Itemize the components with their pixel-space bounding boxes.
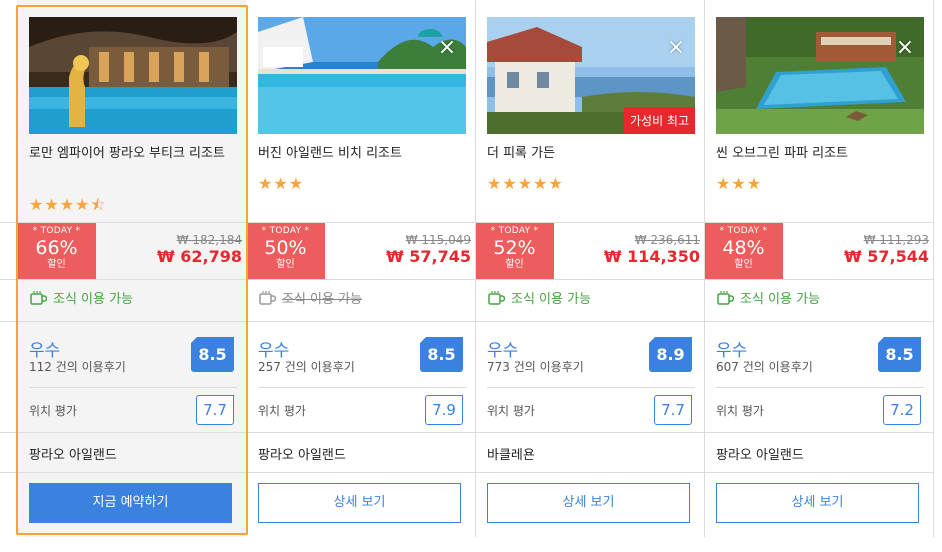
today-label: * TODAY * xyxy=(490,226,539,236)
sale-price[interactable]: ₩ 57,544 xyxy=(844,247,929,266)
column-divider xyxy=(933,0,934,537)
best-value-badge: 가성비 최고 xyxy=(623,107,695,134)
hotel-name[interactable]: 로만 엠파이어 팡라오 부티크 리조트 xyxy=(29,144,234,164)
location-rating-label: 위치 평가 xyxy=(29,404,77,418)
coffee-cup-icon xyxy=(259,290,276,305)
discount-percent: 66% xyxy=(35,237,78,259)
hotel-name[interactable]: 더 피록 가든 xyxy=(487,144,692,164)
breakfast-info: 조식 이용 가능 xyxy=(29,288,133,307)
discount-badge: * TODAY * 66% 할인 xyxy=(17,223,96,279)
hotel-photo[interactable]: × 가성비 최고 xyxy=(487,17,695,134)
star-rating: ★★★★⯪ xyxy=(29,195,107,214)
divider xyxy=(258,387,466,388)
today-label: * TODAY * xyxy=(719,226,768,236)
divider xyxy=(29,387,237,388)
today-label: * TODAY * xyxy=(261,226,310,236)
location-score-badge: 7.7 xyxy=(654,395,692,425)
book-now-button[interactable]: 지금 예약하기 xyxy=(29,483,232,523)
star-rating: ★★★ xyxy=(716,174,763,193)
close-icon[interactable]: × xyxy=(894,37,916,59)
close-icon[interactable]: × xyxy=(665,37,687,59)
hotel-photo[interactable] xyxy=(29,17,237,134)
deal-section: * TODAY * 52% 할인 ₩ 236,611 ₩ 114,350 xyxy=(475,223,704,279)
discount-badge: * TODAY * 50% 할인 xyxy=(246,223,325,279)
coffee-cup-icon xyxy=(717,290,734,305)
star-rating: ★★★ xyxy=(258,174,305,193)
location-rating-label: 위치 평가 xyxy=(487,404,535,418)
breakfast-label: 조식 이용 가능 xyxy=(740,292,821,307)
divider xyxy=(716,387,924,388)
discount-label: 할인 xyxy=(734,259,753,270)
original-price: ₩ 115,049 xyxy=(405,233,471,247)
review-count[interactable]: 773 건의 이용후기 xyxy=(487,358,584,375)
review-score-badge: 8.5 xyxy=(190,336,234,372)
discount-percent: 50% xyxy=(264,237,307,259)
review-count[interactable]: 112 건의 이용후기 xyxy=(29,358,126,375)
location-rating-label: 위치 평가 xyxy=(258,404,306,418)
deal-section: * TODAY * 66% 할인 ₩ 182,184 ₩ 62,798 xyxy=(17,223,246,279)
hotel-area: 팡라오 아일랜드 xyxy=(29,448,117,463)
row-divider xyxy=(0,279,934,280)
divider xyxy=(487,387,695,388)
row-divider xyxy=(0,222,934,223)
location-score-badge: 7.2 xyxy=(883,395,921,425)
original-price: ₩ 182,184 xyxy=(176,233,242,247)
review-count[interactable]: 257 건의 이용후기 xyxy=(258,358,355,375)
location-score-badge: 7.7 xyxy=(196,395,234,425)
view-details-button[interactable]: 상세 보기 xyxy=(487,483,690,523)
today-label: * TODAY * xyxy=(32,226,81,236)
sale-price[interactable]: ₩ 114,350 xyxy=(604,247,700,266)
discount-label: 할인 xyxy=(505,259,524,270)
sale-price[interactable]: ₩ 62,798 xyxy=(157,247,242,266)
close-icon[interactable]: × xyxy=(436,37,458,59)
hotel-name[interactable]: 버진 아일랜드 비치 리조트 xyxy=(258,144,463,164)
discount-label: 할인 xyxy=(276,259,295,270)
breakfast-info: 조식 이용 가능 xyxy=(716,288,820,307)
row-divider xyxy=(0,472,934,473)
row-divider xyxy=(0,432,934,433)
hotel-comparison-grid: 로만 엠파이어 팡라오 부티크 리조트 ★★★★⯪ * TODAY * 66% … xyxy=(0,0,942,552)
discount-badge: * TODAY * 48% 할인 xyxy=(704,223,783,279)
hotel-photo[interactable]: × xyxy=(258,17,466,134)
column-divider xyxy=(704,0,705,537)
breakfast-label: 조식 이용 가능 xyxy=(511,292,592,307)
review-score-badge: 8.5 xyxy=(877,336,921,372)
location-rating-label: 위치 평가 xyxy=(716,404,764,418)
deal-section: * TODAY * 48% 할인 ₩ 111,293 ₩ 57,544 xyxy=(704,223,933,279)
row-divider xyxy=(0,321,934,322)
view-details-button[interactable]: 상세 보기 xyxy=(258,483,461,523)
breakfast-info: 조식 이용 가능 xyxy=(487,288,591,307)
discount-label: 할인 xyxy=(47,259,66,270)
hotel-area: 팡라오 아일랜드 xyxy=(258,448,346,463)
discount-badge: * TODAY * 52% 할인 xyxy=(475,223,554,279)
original-price: ₩ 111,293 xyxy=(863,233,929,247)
discount-percent: 52% xyxy=(493,237,536,259)
original-price: ₩ 236,611 xyxy=(634,233,700,247)
hotel-photo[interactable]: × xyxy=(716,17,924,134)
column-divider xyxy=(475,0,476,537)
review-score-badge: 8.9 xyxy=(648,336,692,372)
hotel-card-1[interactable]: 로만 엠파이어 팡라오 부티크 리조트 ★★★★⯪ * TODAY * 66% … xyxy=(17,0,246,537)
deal-section: * TODAY * 50% 할인 ₩ 115,049 ₩ 57,745 xyxy=(246,223,475,279)
star-rating: ★★★★★ xyxy=(487,174,564,193)
coffee-cup-icon xyxy=(488,290,505,305)
location-score-badge: 7.9 xyxy=(425,395,463,425)
discount-percent: 48% xyxy=(722,237,765,259)
breakfast-label: 조식 이용 가능 xyxy=(53,292,134,307)
breakfast-label: 조식 이용 가능 xyxy=(282,292,363,307)
view-details-button[interactable]: 상세 보기 xyxy=(716,483,919,523)
hotel-name[interactable]: 씬 오브그린 파파 리조트 xyxy=(716,144,921,164)
hotel-card-4[interactable]: × 씬 오브그린 파파 리조트 ★★★ * TODAY * 48% 할인 ₩ 1… xyxy=(704,0,933,537)
coffee-cup-icon xyxy=(30,290,47,305)
hotel-area: 바클레욘 xyxy=(487,448,535,463)
breakfast-info: 조식 이용 가능 xyxy=(258,288,362,307)
review-score-badge: 8.5 xyxy=(419,336,463,372)
review-count[interactable]: 607 건의 이용후기 xyxy=(716,358,813,375)
sale-price[interactable]: ₩ 57,745 xyxy=(386,247,471,266)
hotel-card-3[interactable]: × 가성비 최고 더 피록 가든 ★★★★★ * TODAY * 52% 할인 … xyxy=(475,0,704,537)
hotel-area: 팡라오 아일랜드 xyxy=(716,448,804,463)
hotel-card-2[interactable]: × 버진 아일랜드 비치 리조트 ★★★ * TODAY * 50% 할인 ₩ … xyxy=(246,0,475,537)
